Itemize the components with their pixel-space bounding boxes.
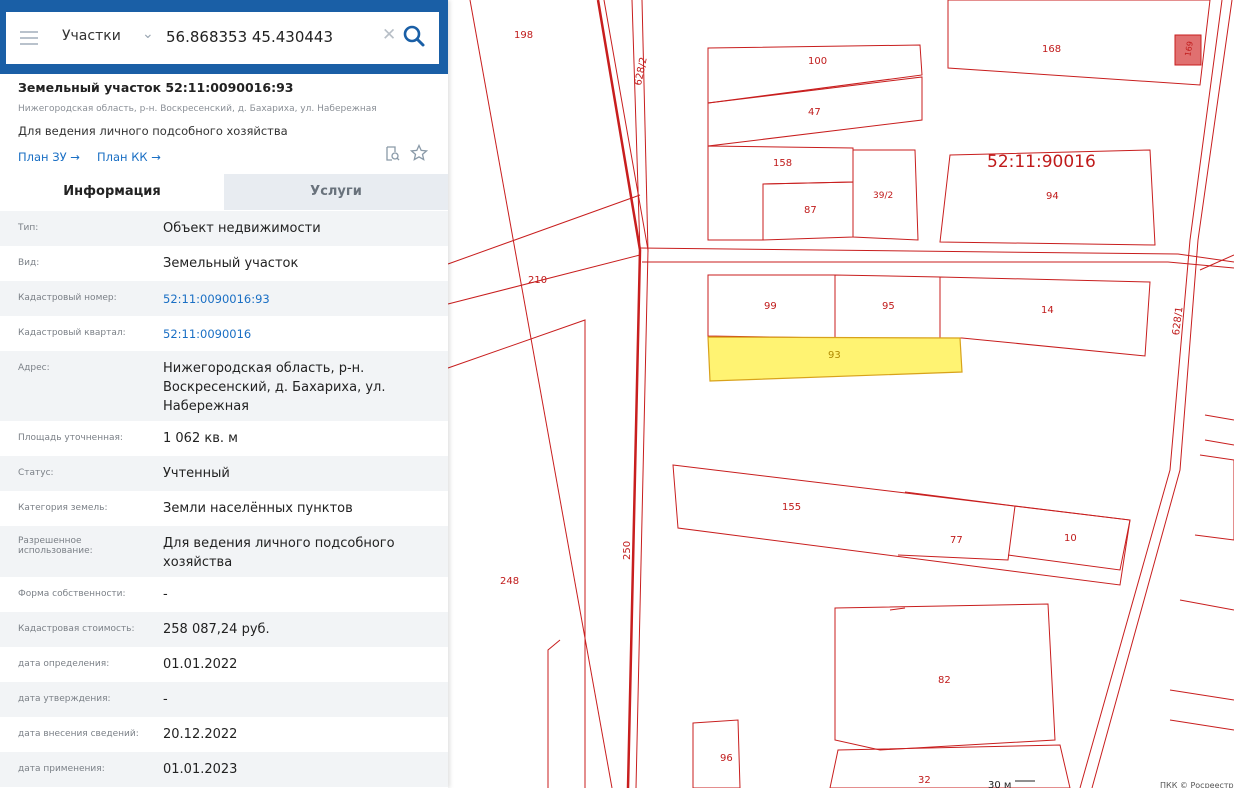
map-scale: 30 м <box>988 780 1035 788</box>
info-row-label: дата применения: <box>18 764 105 774</box>
info-row-label: дата утверждения: <box>18 694 111 704</box>
search-bar-container: Участки ⌄ ✕ <box>0 0 448 74</box>
parcel-label: 158 <box>773 158 792 169</box>
info-row-value: 01.01.2023 <box>163 762 238 777</box>
info-row-value: Нижегородская область, р-н. Воскресенски… <box>163 361 386 414</box>
parcel-label: 210 <box>528 275 547 286</box>
info-row-label: Форма собственности: <box>18 589 126 599</box>
info-row: Кадастровый номер: 52:11:0090016:93 <box>0 281 448 316</box>
parcel-label: 99 <box>764 301 777 312</box>
info-row: Вид: Земельный участок <box>0 246 448 281</box>
info-row-value: Учтенный <box>163 466 230 481</box>
parcel-label: 93 <box>828 350 841 361</box>
info-row-label: Адрес: <box>18 363 50 373</box>
info-row-label: Вид: <box>18 258 40 268</box>
info-row-value: 258 087,24 руб. <box>163 622 270 637</box>
plan-zu-link[interactable]: План ЗУ → <box>18 150 80 164</box>
info-row-label: Разрешенное использование: <box>18 536 93 556</box>
parcel-label: 248 <box>500 576 519 587</box>
close-icon[interactable]: ✕ <box>382 25 396 45</box>
info-row-label: дата внесения сведений: <box>18 729 139 739</box>
parcel-label: 198 <box>514 30 533 41</box>
parcel-label: 39/2 <box>873 191 893 201</box>
star-icon[interactable] <box>410 144 428 162</box>
document-search-icon[interactable] <box>384 145 400 162</box>
parcel-label: 95 <box>882 301 895 312</box>
info-row: дата определения: 01.01.2022 <box>0 647 448 682</box>
parcel-label: 14 <box>1041 305 1054 316</box>
info-row: Адрес: Нижегородская область, р-н. Воскре… <box>0 351 448 421</box>
parcel-title: Земельный участок 52:11:0090016:93 <box>18 80 294 95</box>
parcel-label: 10 <box>1064 533 1077 544</box>
info-row: дата применения: 01.01.2023 <box>0 752 448 787</box>
info-row: Площадь уточненная: 1 062 кв. м <box>0 421 448 456</box>
tab-information[interactable]: Информация <box>0 174 224 210</box>
info-row-value: Земли населённых пунктов <box>163 501 353 516</box>
info-row: Кадастровый квартал: 52:11:0090016 <box>0 316 448 351</box>
parcel-label: 155 <box>782 502 801 513</box>
parcel-use: Для ведения личного подсобного хозяйства <box>18 124 288 138</box>
parcel-label: 94 <box>1046 191 1059 202</box>
layer-select[interactable]: Участки <box>62 28 121 44</box>
info-row-label: Категория земель: <box>18 503 108 513</box>
plan-kk-link[interactable]: План КК → <box>97 150 161 164</box>
info-row: Разрешенное использование: Для ведения ли… <box>0 526 448 577</box>
info-row: Тип: Объект недвижимости <box>0 211 448 246</box>
chevron-down-icon[interactable]: ⌄ <box>142 26 154 42</box>
info-row-value: 01.01.2022 <box>163 657 238 672</box>
info-row: дата внесения сведений: 20.12.2022 <box>0 717 448 752</box>
parcel-label: 628/1 <box>1171 306 1185 336</box>
parcel-label: 250 <box>622 541 633 560</box>
parcel-label: 87 <box>804 205 817 216</box>
info-row: Форма собственности: - <box>0 577 448 612</box>
info-row-value: 20.12.2022 <box>163 727 238 742</box>
info-row: дата утверждения: - <box>0 682 448 717</box>
info-row: Категория земель: Земли населённых пункто… <box>0 491 448 526</box>
tab-services[interactable]: Услуги <box>224 174 448 210</box>
parcel-label: 628/2 <box>633 56 650 86</box>
info-row-link[interactable]: 52:11:0090016 <box>163 325 435 344</box>
parcel-address: Нижегородская область, р-н. Воскресенски… <box>18 104 377 114</box>
info-row-label: Кадастровый номер: <box>18 293 117 303</box>
parcel-label: 47 <box>808 107 821 118</box>
info-row-label: Площадь уточненная: <box>18 433 123 443</box>
parcel-label: 96 <box>720 753 733 764</box>
info-row-value: Для ведения личного подсобного хозяйства <box>163 536 395 570</box>
cadastral-quarter-label: 52:11:90016 <box>987 152 1096 172</box>
search-box: Участки ⌄ ✕ <box>6 12 439 64</box>
parcel-label: 32 <box>918 775 931 786</box>
search-icon[interactable] <box>401 22 427 50</box>
info-row-label: Статус: <box>18 468 54 478</box>
parcel-label: 77 <box>950 535 963 546</box>
svg-text:ПКК © Росреестр: ПКК © Росреестр <box>1160 781 1234 788</box>
search-input[interactable] <box>166 26 376 48</box>
info-row-label: Кадастровый квартал: <box>18 328 126 338</box>
parcel-label: 82 <box>938 675 951 686</box>
info-row-value: Земельный участок <box>163 256 299 271</box>
info-row-label: Кадастровая стоимость: <box>18 624 135 634</box>
info-row-value: - <box>163 692 168 707</box>
parcel-label: 168 <box>1042 44 1061 55</box>
parcel-label: 100 <box>808 56 827 67</box>
info-row-value: 1 062 кв. м <box>163 431 238 446</box>
info-row-value: - <box>163 587 168 602</box>
info-row-label: Тип: <box>18 223 39 233</box>
info-row-label: дата определения: <box>18 659 110 669</box>
info-panel: Участки ⌄ ✕ Земельный участок 52:11:0090… <box>0 0 448 788</box>
info-row: Статус: Учтенный <box>0 456 448 491</box>
svg-text:30 м: 30 м <box>988 780 1011 788</box>
menu-icon[interactable] <box>20 31 38 45</box>
info-row: Кадастровая стоимость: 258 087,24 руб. <box>0 612 448 647</box>
info-row-link[interactable]: 52:11:0090016:93 <box>163 290 435 309</box>
info-row-value: Объект недвижимости <box>163 221 321 236</box>
